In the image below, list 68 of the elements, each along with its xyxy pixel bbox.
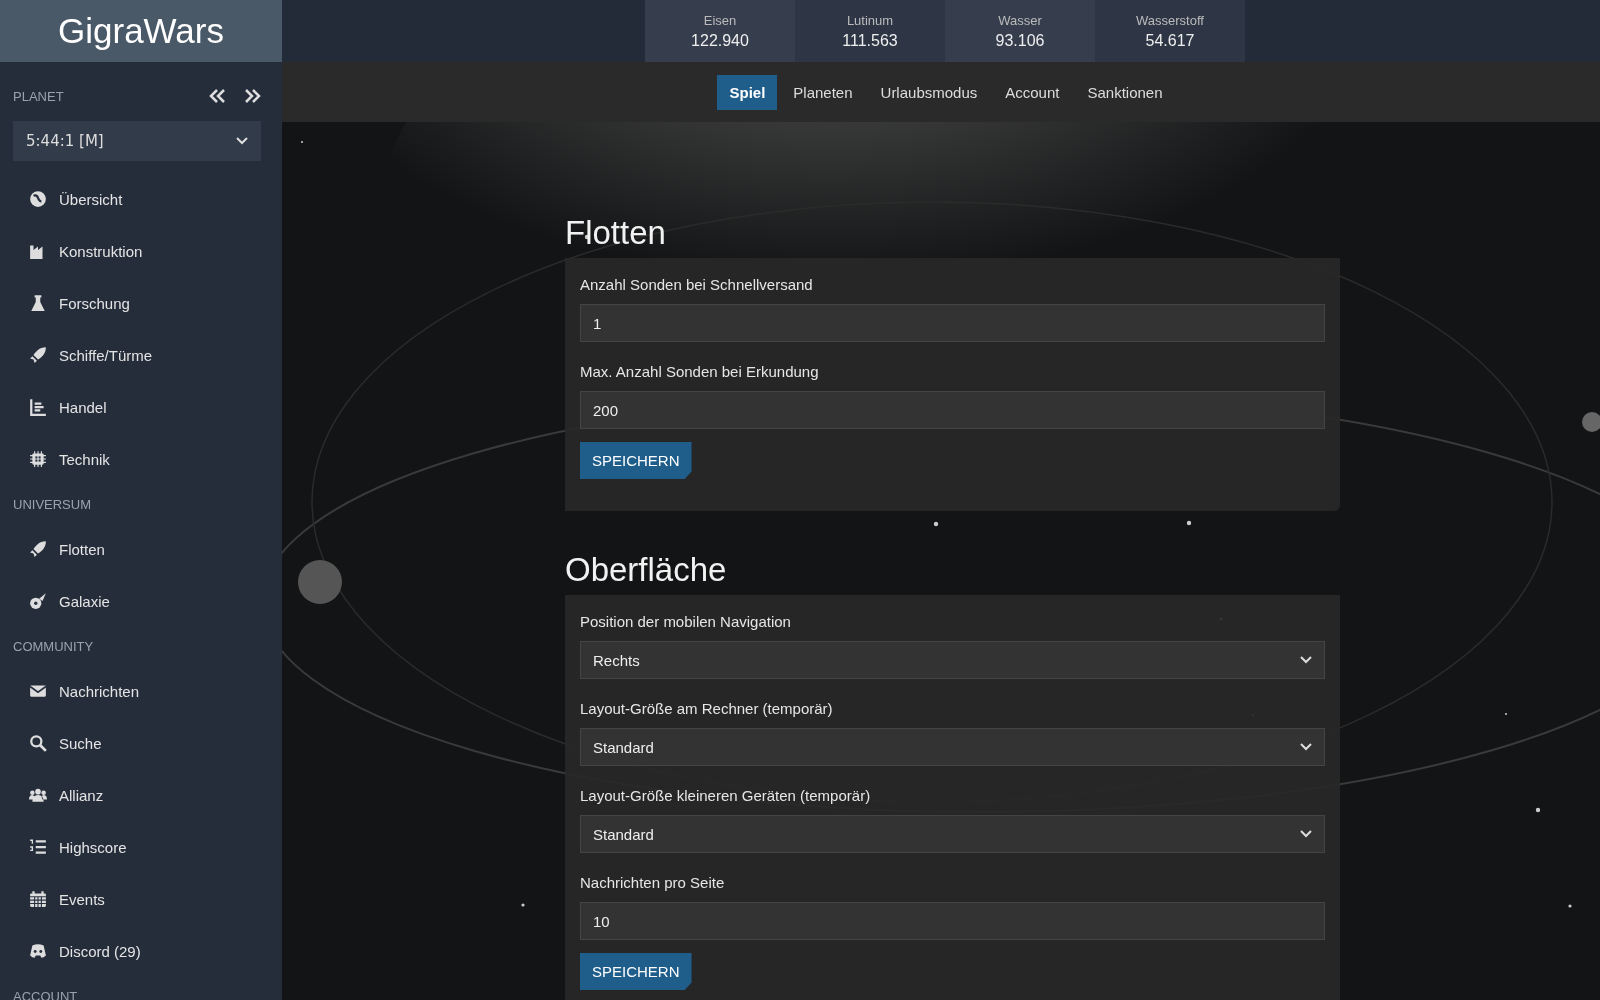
- resource-label: Wasserstoff: [1136, 12, 1204, 28]
- logo-text: GigraWars: [58, 11, 224, 51]
- section-title: Oberfläche: [565, 551, 727, 589]
- chevron-icon: [1300, 656, 1312, 664]
- field-label: Nachrichten pro Seite: [580, 874, 726, 891]
- nav-icon: [29, 942, 47, 960]
- nav-item[interactable]: Events: [0, 873, 282, 925]
- section-heading: COMMUNITY: [13, 638, 94, 654]
- planet-select[interactable]: 5:44:1 [M]: [13, 121, 261, 161]
- tab[interactable]: Spiel: [717, 74, 778, 110]
- save-button[interactable]: SPEICHERN: [580, 442, 692, 479]
- nav-item[interactable]: Handel: [0, 381, 282, 433]
- nav-item[interactable]: Flotten: [0, 523, 282, 575]
- section-heading: PLANET: [13, 88, 64, 104]
- field-label: Anzahl Sonden bei Schnellversand: [580, 276, 814, 293]
- save-button[interactable]: SPEICHERN: [580, 953, 692, 990]
- previous-icon[interactable]: [208, 88, 226, 104]
- tab[interactable]: Sanktionen: [1075, 74, 1175, 110]
- resource-value: 111.563: [842, 31, 898, 50]
- input-field[interactable]: 200: [580, 391, 1325, 429]
- nav-icon: [29, 890, 47, 908]
- chevron-icon: [236, 137, 248, 145]
- nav-item[interactable]: Highscore: [0, 821, 282, 873]
- resource-value: 122.940: [691, 31, 749, 50]
- resource-value: 54.617: [1145, 31, 1195, 50]
- nav-icon: [29, 398, 47, 416]
- tab[interactable]: Account: [993, 74, 1072, 110]
- chevron-icon: [1300, 743, 1312, 751]
- section-title: Flotten: [565, 214, 666, 252]
- select-field[interactable]: Standard: [580, 815, 1325, 853]
- nav-item[interactable]: Konstruktion: [0, 225, 282, 277]
- field-label: Layout-Größe kleineren Geräten (temporär): [580, 787, 872, 804]
- chevron-icon: [1300, 830, 1312, 838]
- nav-icon: [29, 540, 47, 558]
- section-heading: UNIVERSUM: [13, 496, 91, 512]
- nav-item[interactable]: Nachrichten: [0, 665, 282, 717]
- select-field[interactable]: Standard: [580, 728, 1325, 766]
- nav-icon: [29, 682, 47, 700]
- nav-icon: [29, 786, 47, 804]
- resource-label: Wasser: [998, 12, 1042, 28]
- nav-item[interactable]: Technik: [0, 433, 282, 485]
- resource-value: 93.106: [995, 31, 1045, 50]
- nav-item[interactable]: Galaxie: [0, 575, 282, 627]
- nav-item[interactable]: Suche: [0, 717, 282, 769]
- nav-item[interactable]: Schiffe/Türme: [0, 329, 282, 381]
- nav-icon: [29, 838, 47, 856]
- resource-label: Eisen: [703, 12, 737, 28]
- tab[interactable]: Urlaubsmodus: [868, 74, 990, 110]
- tab[interactable]: Planeten: [781, 74, 865, 110]
- nav-icon: [29, 450, 47, 468]
- field-label: Layout-Größe am Rechner (temporär): [580, 700, 834, 717]
- section-heading: ACCOUNT: [13, 988, 78, 1000]
- field-label: Max. Anzahl Sonden bei Erkundung: [580, 363, 820, 380]
- input-field[interactable]: 1: [580, 304, 1325, 342]
- resource-label: Lutinum: [846, 12, 894, 28]
- nav-icon: [29, 190, 47, 208]
- next-icon[interactable]: [244, 88, 262, 104]
- nav-item[interactable]: Allianz: [0, 769, 282, 821]
- nav-item[interactable]: Forschung: [0, 277, 282, 329]
- input-field[interactable]: 10: [580, 902, 1325, 940]
- nav-icon: [29, 592, 47, 610]
- field-label: Position der mobilen Navigation: [580, 613, 792, 630]
- nav-item[interactable]: Übersicht: [0, 173, 282, 225]
- nav-icon: [29, 294, 47, 312]
- nav-icon: [29, 346, 47, 364]
- select-field[interactable]: Rechts: [580, 641, 1325, 679]
- nav-item[interactable]: Discord (29): [0, 925, 282, 977]
- nav-icon: [29, 734, 47, 752]
